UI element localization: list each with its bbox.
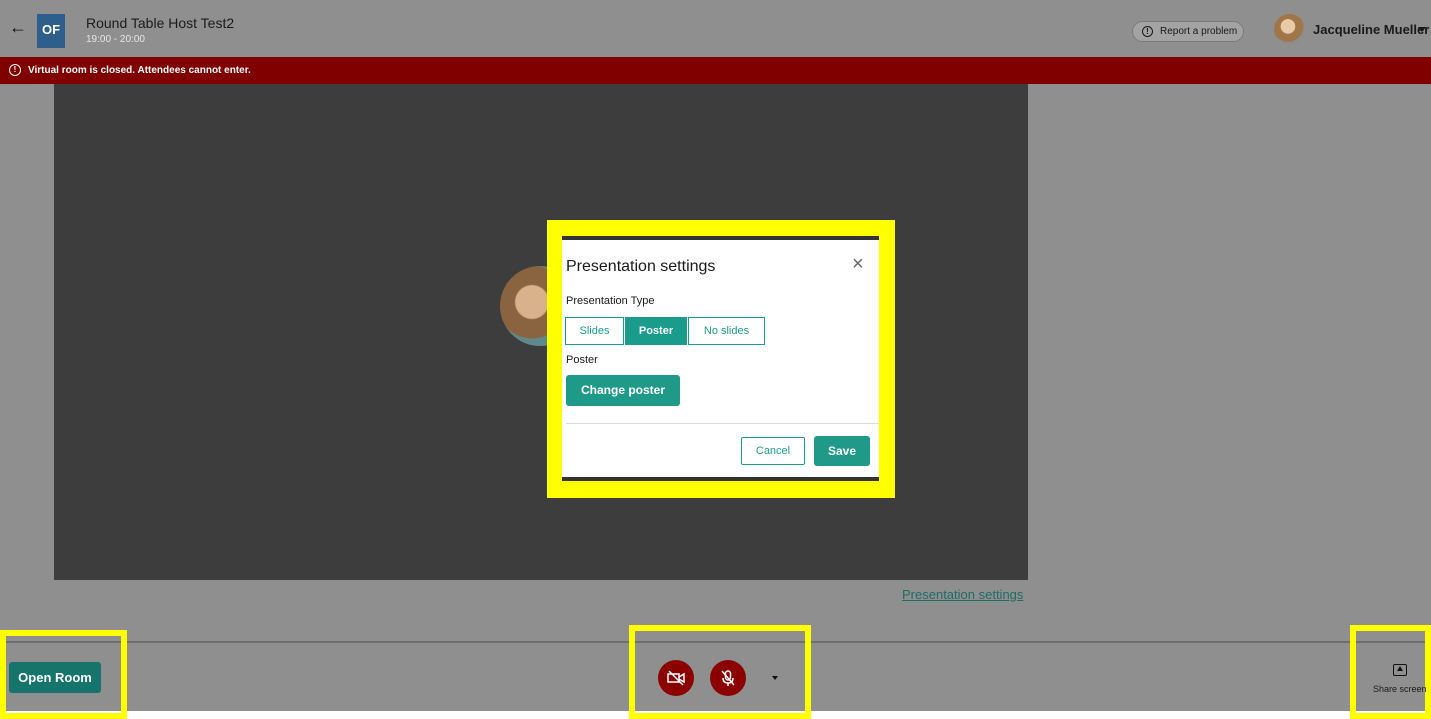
dialog-title: Presentation settings (566, 258, 716, 275)
mic-off-icon (721, 670, 735, 686)
top-bar: ← OF Round Table Host Test2 19:00 - 20:0… (0, 0, 1431, 57)
presentation-settings-link[interactable]: Presentation settings (902, 587, 1023, 602)
dialog-divider (566, 423, 879, 424)
camera-off-icon (667, 670, 685, 686)
alert-icon: ! (9, 64, 21, 76)
share-screen-label[interactable]: Share screen (1373, 684, 1427, 694)
room-time: 19:00 - 20:00 (86, 34, 145, 45)
caret-down-icon[interactable] (1418, 27, 1426, 32)
report-problem-button[interactable]: ! Report a problem (1132, 21, 1244, 42)
close-icon[interactable]: × (852, 254, 864, 274)
share-screen-icon[interactable] (1393, 664, 1407, 676)
open-room-button[interactable]: Open Room (9, 662, 101, 693)
report-problem-label: Report a problem (1160, 26, 1238, 37)
save-button[interactable]: Save (814, 436, 870, 466)
type-poster-button[interactable]: Poster (625, 317, 687, 345)
event-logo: OF (37, 14, 65, 48)
user-name[interactable]: Jacqueline Mueller (1313, 22, 1429, 37)
back-arrow-icon[interactable]: ← (9, 18, 27, 36)
highlight-share-screen (1350, 625, 1431, 719)
camera-toggle-button[interactable] (658, 660, 694, 696)
mic-toggle-button[interactable] (710, 660, 746, 696)
presentation-type-label: Presentation Type (566, 295, 655, 307)
cancel-button[interactable]: Cancel (741, 437, 805, 465)
info-icon: ! (1142, 26, 1153, 37)
type-no-slides-button[interactable]: No slides (688, 317, 765, 345)
media-options-caret-icon[interactable] (772, 676, 778, 680)
poster-label: Poster (566, 354, 598, 366)
alert-text: Virtual room is closed. Attendees cannot… (28, 65, 251, 76)
user-avatar[interactable] (1274, 14, 1305, 45)
room-title: Round Table Host Test2 (86, 15, 235, 31)
type-slides-button[interactable]: Slides (565, 317, 624, 345)
change-poster-button[interactable]: Change poster (566, 375, 680, 406)
room-closed-alert: ! Virtual room is closed. Attendees cann… (0, 57, 1431, 84)
